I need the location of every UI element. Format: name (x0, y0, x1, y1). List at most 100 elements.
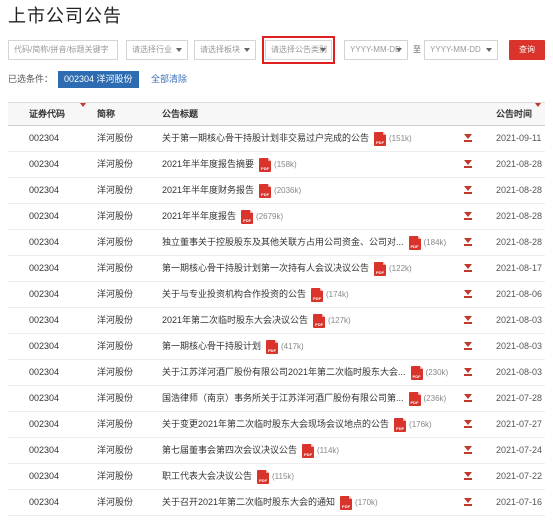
row-title: 2021年半年度财务报告 (2036k) (162, 178, 301, 203)
selected-conditions: 已选条件： 002304 洋河股份 全部清除 (8, 71, 545, 91)
download-icon[interactable] (464, 498, 472, 508)
row-title: 关于变更2021年第二次临时股东大会现场会议地点的公告 (176k) (162, 412, 432, 437)
download-icon[interactable] (464, 134, 472, 144)
row-title: 2021年半年度报告 (2679k) (162, 204, 283, 229)
announcement-link[interactable]: 关于与专业投资机构合作投资的公告 (162, 282, 306, 307)
announcement-link[interactable]: 2021年半年度财务报告 (162, 178, 254, 203)
chevron-down-icon (176, 48, 182, 52)
announcement-link[interactable]: 关于召开2021年第二次临时股东大会的通知 (162, 490, 335, 515)
pdf-icon[interactable] (374, 261, 387, 276)
download-icon[interactable] (464, 394, 472, 404)
download-icon[interactable] (464, 342, 472, 352)
table-row: 002304 洋河股份 2021年半年度财务报告 (2036k) 2021-08-28 (8, 178, 545, 204)
announcement-link[interactable]: 2021年半年度报告 (162, 204, 236, 229)
table-row: 002304 洋河股份 关于召开2021年第二次临时股东大会的通知 (170k) 202… (8, 490, 545, 516)
announcement-link[interactable]: 2021年第二次临时股东大会决议公告 (162, 308, 308, 333)
pdf-icon[interactable] (313, 313, 326, 328)
row-name[interactable]: 洋河股份 (97, 256, 133, 281)
announcement-link[interactable]: 关于第一期核心骨干持股计划非交易过户完成的公告 (162, 126, 369, 151)
announcement-link[interactable]: 职工代表大会决议公告 (162, 464, 252, 489)
end-date-input[interactable]: YYYY-MM-DD (424, 40, 498, 60)
file-size: (184k) (423, 238, 447, 247)
row-title: 国浩律师（南京）事务所关于江苏洋河酒厂股份有限公司第... (236k) (162, 386, 446, 411)
pdf-icon[interactable] (410, 365, 423, 380)
row-name[interactable]: 洋河股份 (97, 386, 133, 411)
chevron-down-icon (244, 48, 250, 52)
header-code[interactable]: 证券代码 (29, 103, 65, 126)
download-icon[interactable] (464, 186, 472, 196)
industry-select[interactable]: 请选择行业 (126, 40, 188, 60)
pdf-icon[interactable] (408, 391, 421, 406)
row-name[interactable]: 洋河股份 (97, 334, 133, 359)
table-row: 002304 洋河股份 国浩律师（南京）事务所关于江苏洋河酒厂股份有限公司第... (… (8, 386, 545, 412)
row-code: 002304 (29, 341, 60, 351)
table-row: 002304 洋河股份 独立董事关于控股股东及其他关联方占用公司资金、公司对... (… (8, 230, 545, 256)
sort-icon[interactable] (80, 103, 86, 107)
row-name[interactable]: 洋河股份 (97, 412, 133, 437)
announcement-link[interactable]: 第一期核心骨干持股计划第一次持有人会议决议公告 (162, 256, 369, 281)
conditions-label: 已选条件： (8, 74, 54, 84)
row-name[interactable]: 洋河股份 (97, 178, 133, 203)
download-icon[interactable] (464, 290, 472, 300)
download-icon[interactable] (464, 238, 472, 248)
row-date: 2021-09-11 (496, 133, 542, 143)
download-icon[interactable] (464, 420, 472, 430)
announcement-link[interactable]: 关于江苏洋河酒厂股份有限公司2021年第二次临时股东大会... (162, 360, 406, 385)
row-date: 2021-07-22 (496, 471, 543, 481)
row-name[interactable]: 洋河股份 (97, 438, 133, 463)
file-size: (115k) (272, 472, 295, 481)
row-name[interactable]: 洋河股份 (97, 464, 133, 489)
pdf-icon[interactable] (266, 339, 279, 354)
announcement-link[interactable]: 关于变更2021年第二次临时股东大会现场会议地点的公告 (162, 412, 389, 437)
announcements-table: 证券代码 简称 公告标题 公告时间 002304 洋河股份 关于第一期核心骨干持股计… (8, 102, 545, 516)
condition-tag[interactable]: 002304 洋河股份 (58, 71, 139, 88)
download-icon[interactable] (464, 264, 472, 274)
clear-all-link[interactable]: 全部清除 (151, 71, 187, 88)
announcement-link[interactable]: 独立董事关于控股股东及其他关联方占用公司资金、公司对... (162, 230, 404, 255)
filter-bar: 代码/简称/拼音/标题关键字 请选择行业 请选择板块 请选择公告类别 YYYY-… (8, 36, 545, 64)
row-name[interactable]: 洋河股份 (97, 204, 133, 229)
pdf-icon[interactable] (340, 495, 353, 510)
keyword-search-input[interactable]: 代码/简称/拼音/标题关键字 (8, 40, 118, 60)
download-icon[interactable] (464, 212, 472, 222)
pdf-icon[interactable] (257, 469, 270, 484)
announcement-link[interactable]: 第一期核心骨干持股计划 (162, 334, 261, 359)
file-size: (2679k) (256, 212, 284, 221)
pdf-icon[interactable] (259, 157, 272, 172)
announcement-link[interactable]: 国浩律师（南京）事务所关于江苏洋河酒厂股份有限公司第... (162, 386, 404, 411)
download-icon[interactable] (464, 160, 472, 170)
file-size: (417k) (281, 342, 304, 351)
row-code: 002304 (29, 289, 60, 299)
row-name[interactable]: 洋河股份 (97, 126, 133, 151)
row-name[interactable]: 洋河股份 (97, 230, 133, 255)
pdf-icon[interactable] (374, 131, 387, 146)
row-code: 002304 (29, 419, 60, 429)
download-icon[interactable] (464, 446, 472, 456)
row-name[interactable]: 洋河股份 (97, 152, 133, 177)
download-icon[interactable] (464, 472, 472, 482)
row-name[interactable]: 洋河股份 (97, 360, 133, 385)
announcement-link[interactable]: 2021年半年度报告摘要 (162, 152, 254, 177)
header-date[interactable]: 公告时间 (496, 103, 532, 126)
start-date-input[interactable]: YYYY-MM-DD (344, 40, 408, 60)
download-icon[interactable] (464, 316, 472, 326)
pdf-icon[interactable] (311, 287, 324, 302)
pdf-icon[interactable] (408, 235, 421, 250)
pdf-icon[interactable] (241, 209, 254, 224)
pdf-icon[interactable] (302, 443, 315, 458)
table-row: 002304 洋河股份 第一期核心骨干持股计划第一次持有人会议决议公告 (122k) 2… (8, 256, 545, 282)
announcement-link[interactable]: 第七届董事会第四次会议决议公告 (162, 438, 297, 463)
download-icon[interactable] (464, 368, 472, 378)
query-button[interactable]: 查询 (509, 40, 545, 60)
row-date: 2021-07-16 (496, 497, 543, 507)
row-name[interactable]: 洋河股份 (97, 490, 133, 515)
sector-select[interactable]: 请选择板块 (194, 40, 256, 60)
table-row: 002304 洋河股份 职工代表大会决议公告 (115k) 2021-07-22 (8, 464, 545, 490)
row-date: 2021-08-03 (496, 367, 543, 377)
pdf-icon[interactable] (259, 183, 272, 198)
row-code: 002304 (29, 471, 60, 481)
sort-icon[interactable] (535, 103, 541, 107)
pdf-icon[interactable] (394, 417, 407, 432)
row-name[interactable]: 洋河股份 (97, 308, 133, 333)
row-name[interactable]: 洋河股份 (97, 282, 133, 307)
